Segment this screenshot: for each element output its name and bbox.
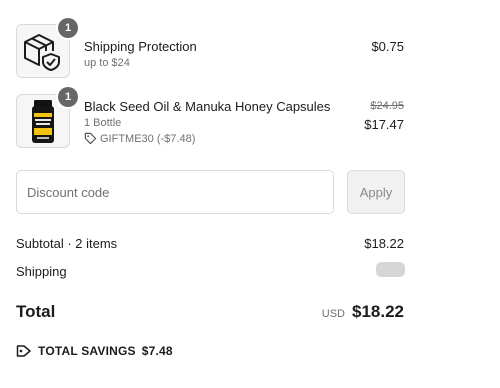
tag-icon — [84, 132, 97, 145]
total-label: Total — [16, 302, 56, 321]
item-name: Shipping Protection — [84, 39, 197, 54]
item-price: $17.47 — [364, 117, 404, 132]
quantity-badge: 1 — [58, 18, 78, 38]
item-price: $0.75 — [371, 39, 404, 54]
item-detail: 1 Bottle — [84, 117, 122, 129]
item-name: Black Seed Oil & Manuka Honey Capsules — [84, 99, 331, 114]
total-value: $18.22 — [352, 302, 404, 321]
shipping-loading-placeholder — [376, 262, 405, 277]
subtotal-label: Subtotal · 2 items — [16, 236, 118, 251]
currency-code: USD — [321, 308, 345, 320]
discount-code: GIFTME30 (-$7.48) — [100, 132, 196, 145]
quantity-badge: 1 — [58, 87, 78, 107]
discount-code-input[interactable]: Discount code — [16, 170, 334, 214]
savings-value: $7.48 — [141, 344, 173, 358]
total-savings: TOTAL SAVINGS $7.48 — [16, 344, 173, 358]
discount-tag: GIFTME30 (-$7.48) — [84, 132, 195, 145]
shipping-label: Shipping — [16, 264, 67, 279]
total-amount: USD $18.22 — [322, 302, 404, 322]
discount-code-placeholder: Discount code — [27, 184, 110, 200]
subtotal-value: $18.22 — [364, 236, 404, 251]
original-price: $24.95 — [370, 100, 404, 112]
apply-button[interactable]: Apply — [347, 170, 405, 214]
savings-label: TOTAL SAVINGS — [38, 344, 136, 358]
tag-icon — [16, 345, 31, 357]
item-detail: up to $24 — [84, 57, 130, 69]
